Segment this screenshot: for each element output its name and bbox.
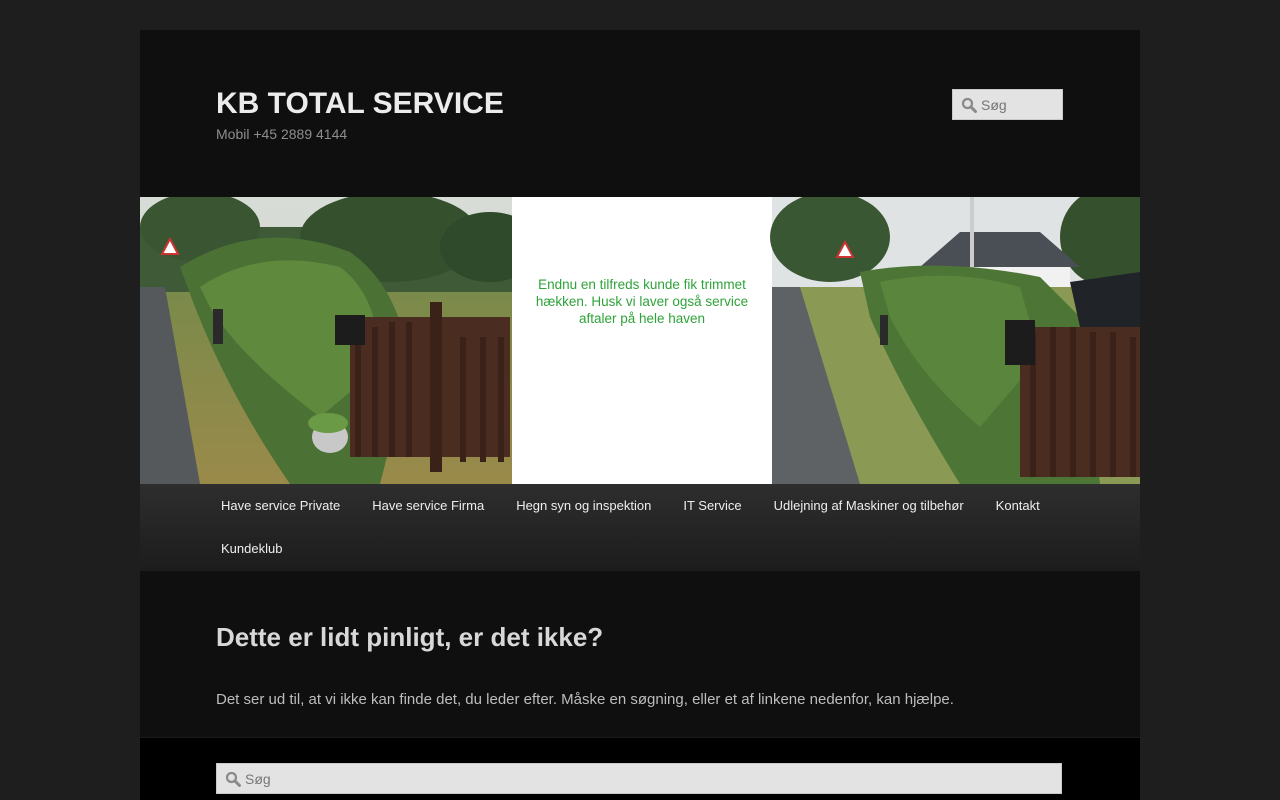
- page: KB TOTAL SERVICE Mobil +45 2889 4144 Søg…: [140, 30, 1140, 800]
- nav-item-have-service-firma[interactable]: Have service Firma: [356, 484, 500, 527]
- not-found-message: Det ser ud til, at vi ikke kan finde det…: [216, 691, 954, 708]
- banner-caption-line-3: aftaler på hele haven: [579, 311, 705, 326]
- header-search-input[interactable]: [981, 90, 1061, 119]
- banner-caption-panel: Endnu en tilfreds kunde fik trimmet hækk…: [512, 197, 772, 484]
- banner-photo: Endnu en tilfreds kunde fik trimmet hækk…: [140, 197, 1140, 484]
- header-banner-image[interactable]: Endnu en tilfreds kunde fik trimmet hækk…: [140, 197, 1140, 484]
- nav-item-kundeklub[interactable]: Kundeklub: [205, 527, 298, 570]
- magnifier-icon: [961, 97, 977, 113]
- site-header: KB TOTAL SERVICE Mobil +45 2889 4144: [140, 30, 1140, 197]
- page-title: Dette er lidt pinligt, er det ikke?: [216, 622, 604, 652]
- main-content: Dette er lidt pinligt, er det ikke? Det …: [140, 571, 1140, 800]
- site-description: Mobil +45 2889 4144: [216, 126, 348, 142]
- nav-item-hegn-syn[interactable]: Hegn syn og inspektion: [500, 484, 667, 527]
- nav-item-udlejning[interactable]: Udlejning af Maskiner og tilbehør: [758, 484, 980, 527]
- before-photo: [140, 197, 540, 484]
- banner-caption-line-2: hækken. Husk vi laver også service: [536, 294, 748, 309]
- header-search-box: [952, 89, 1063, 120]
- content-search-box: [216, 763, 1062, 794]
- site-title[interactable]: KB TOTAL SERVICE: [216, 86, 504, 122]
- main-navigation: Have service Private Have service Firma …: [140, 484, 1140, 571]
- magnifier-icon: [225, 771, 241, 787]
- nav-item-kontakt[interactable]: Kontakt: [980, 484, 1056, 527]
- content-search-input[interactable]: [245, 764, 1045, 793]
- nav-item-have-service-private[interactable]: Have service Private: [205, 484, 356, 527]
- banner-caption-line-1: Endnu en tilfreds kunde fik trimmet: [538, 277, 746, 292]
- after-photo: [770, 197, 1140, 484]
- nav-item-it-service[interactable]: IT Service: [667, 484, 757, 527]
